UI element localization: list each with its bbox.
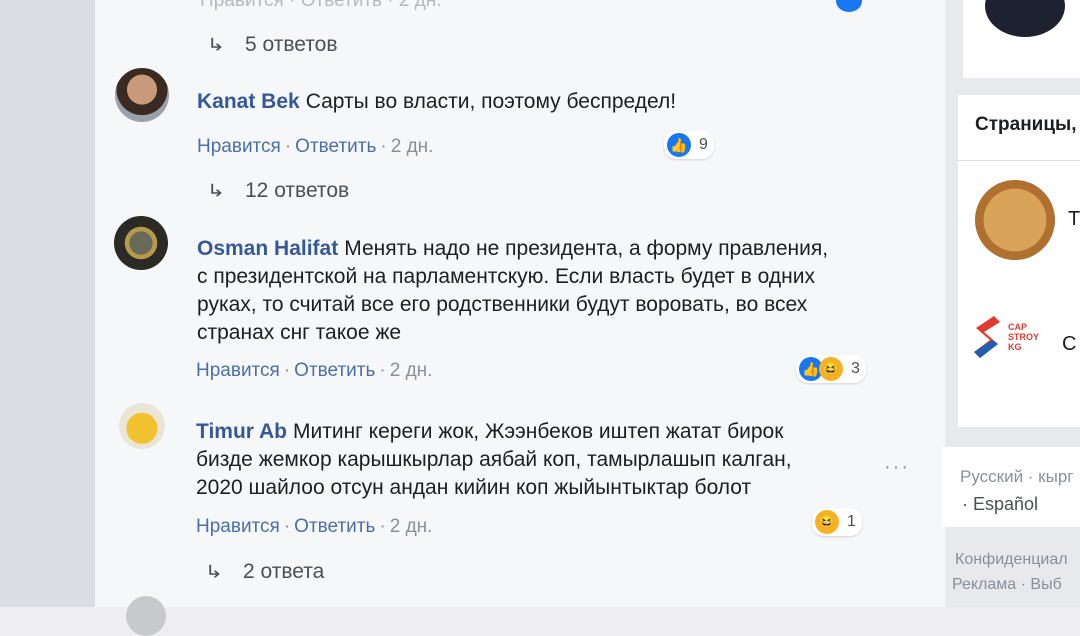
reaction-count: 3 <box>851 360 860 377</box>
comment-body: Kanat Bek Сарты во власти, поэтому беспре… <box>197 88 837 116</box>
haha-icon: 😆 <box>815 510 839 534</box>
page-name[interactable]: C <box>1062 333 1076 356</box>
footer-ads-link[interactable]: Реклама · Выб <box>952 576 1062 594</box>
comment-body: Timur Ab Митинг кереги жок, Жээнбеков ишт… <box>196 418 856 502</box>
comment-author[interactable]: Kanat Bek <box>197 90 300 113</box>
like-icon: 👍 <box>667 133 691 157</box>
view-replies-link[interactable]: ↳ 5 ответов <box>205 32 338 58</box>
avatar[interactable] <box>119 403 165 449</box>
reply-link[interactable]: Ответить <box>294 516 375 537</box>
like-link[interactable]: Нравится <box>197 136 281 157</box>
capstroy-logo-icon[interactable] <box>968 312 1004 368</box>
reply-link[interactable]: Ответить <box>295 136 376 157</box>
reply-arrow-icon: ↳ <box>206 34 226 55</box>
comment-text-line: руках, то считай все его родственники бу… <box>197 293 808 316</box>
pages-card <box>958 95 1080 427</box>
like-link[interactable]: Нравится <box>196 360 280 381</box>
comment-author[interactable]: Timur Ab <box>196 420 287 443</box>
page-avatar[interactable] <box>975 180 1055 260</box>
comment-text-line: 2020 шайлоо отсун андан кийин коп жыйынт… <box>196 476 752 499</box>
comment-actions: Нравится · Ответить · 2 дн. <box>196 360 433 381</box>
divider <box>958 160 1080 161</box>
reply-link[interactable]: Ответить <box>294 360 375 381</box>
reactions-summary[interactable]: 😆 1 <box>812 508 862 536</box>
comment-text-line: странах снг такое же <box>197 321 402 344</box>
replies-count-label: 2 ответа <box>243 560 325 583</box>
avatar[interactable] <box>114 216 168 270</box>
comment-body: Osman Halifat Менять надо не президента, … <box>197 235 877 347</box>
timestamp[interactable]: 2 дн. <box>390 516 433 537</box>
replies-count-label: 12 ответов <box>245 179 350 202</box>
page-name[interactable]: T <box>1068 208 1080 231</box>
comment-text-line: бизде жемкор карышкырлар аябай коп, тамы… <box>196 448 792 471</box>
comment-text-line: Митинг кереги жок, Жээнбеков иштеп жатат… <box>293 420 784 443</box>
comment-text-line: Менять надо не президента, а форму правл… <box>344 237 829 260</box>
reply-arrow-icon: ↳ <box>206 180 226 201</box>
comment-actions: Нравится · Ответить · 2 дн. <box>197 136 434 157</box>
comment-actions: Нравится · Ответить · 2 дн. <box>196 516 433 537</box>
comment-text: Сарты во власти, поэтому беспредел! <box>305 90 677 113</box>
language-card <box>942 447 1080 527</box>
timestamp[interactable]: 2 дн. <box>391 136 434 157</box>
avatar[interactable] <box>115 68 169 122</box>
footer-privacy-link[interactable]: Конфиденциал <box>955 551 1068 569</box>
reaction-count: 1 <box>847 513 856 530</box>
view-replies-link[interactable]: ↳ 2 ответа <box>203 559 325 585</box>
view-replies-link[interactable]: ↳ 12 ответов <box>205 178 349 204</box>
comment-author[interactable]: Osman Halifat <box>197 237 338 260</box>
timestamp[interactable]: 2 дн. <box>390 360 433 381</box>
reactions-summary[interactable]: 👍 😆 3 <box>796 355 866 383</box>
more-options-icon[interactable]: ··· <box>884 456 910 479</box>
language-links[interactable]: Русский · кырг <box>960 467 1074 487</box>
pages-header: Страницы, <box>975 114 1077 135</box>
reactions-summary[interactable]: 👍 9 <box>664 131 714 159</box>
reply-arrow-icon: ↳ <box>204 561 224 582</box>
like-link[interactable]: Нравится <box>196 516 280 537</box>
left-margin <box>0 0 95 607</box>
previous-comment-meta: Нравится · Ответить · 2 дн. <box>200 0 442 11</box>
avatar[interactable] <box>126 596 166 636</box>
reaction-count: 9 <box>699 136 708 153</box>
comment-text-line: с президентской на парламентскую. Если в… <box>197 265 815 288</box>
language-link-espanol[interactable]: · Español <box>962 494 1038 515</box>
page-logo-text: CAP STROY KG <box>1008 322 1039 352</box>
replies-count-label: 5 ответов <box>245 33 338 56</box>
haha-icon: 😆 <box>819 357 843 381</box>
